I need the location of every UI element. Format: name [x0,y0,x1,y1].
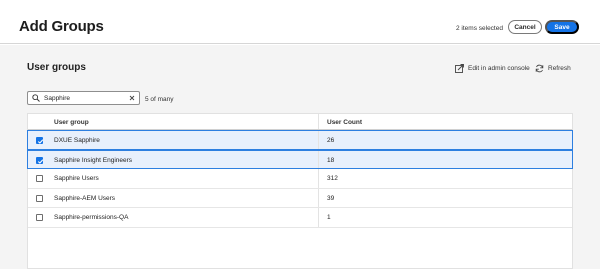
table-row[interactable]: Sapphire-permissions-QA 1 [28,208,572,228]
clear-search-icon[interactable] [129,95,135,101]
row-checkbox[interactable] [36,214,43,221]
refresh-button[interactable]: Refresh [535,62,571,74]
column-divider [318,188,319,207]
edit-in-admin-console-link[interactable]: Edit in admin console [455,62,530,74]
edit-in-admin-console-label: Edit in admin console [468,64,530,72]
selection-status: 2 items selected [456,25,503,32]
row-checkbox[interactable] [36,175,43,182]
table-row[interactable]: Sapphire-AEM Users 39 [28,188,572,208]
checkmark-icon [37,139,44,144]
cell-user-group: Sapphire Insight Engineers [54,156,133,164]
column-header-user-count[interactable]: User Count [327,119,362,126]
column-divider [318,208,319,227]
cell-user-count: 26 [327,137,335,144]
cell-user-group: DXUE Sapphire [54,137,100,144]
checkmark-icon [37,158,44,164]
cell-user-group: Sapphire Users [54,175,99,182]
cell-user-group: Sapphire-AEM Users [54,194,116,202]
search-field[interactable] [27,91,140,105]
column-divider [318,131,319,149]
refresh-icon [535,64,544,73]
cell-user-count: 39 [327,194,335,202]
cancel-button[interactable]: Cancel [508,20,542,34]
user-groups-table: User group User Count DXUE Sapphire 26 S… [27,113,573,269]
table-row[interactable]: Sapphire Insight Engineers 18 [27,149,573,169]
table-header: User group User Count [28,114,572,130]
external-edit-icon [455,63,464,73]
table-row[interactable]: DXUE Sapphire 26 [27,130,573,150]
dialog-header: Add Groups 2 items selected Cancel Save [0,0,600,44]
cell-user-count: 1 [327,214,331,221]
search-icon [32,94,40,102]
refresh-label: Refresh [548,64,571,72]
save-button[interactable]: Save [545,20,579,34]
cell-user-group: Sapphire-permissions-QA [54,214,129,221]
search-input[interactable] [44,94,129,102]
row-checkbox[interactable] [36,137,44,144]
cell-user-count: 312 [327,175,338,182]
cell-user-count: 18 [327,156,335,164]
section-title: User groups [27,62,86,73]
table-row[interactable]: Sapphire Users 312 [28,169,572,189]
column-header-user-group[interactable]: User group [54,119,89,126]
column-divider [318,114,319,129]
search-result-count: 5 of many [145,96,174,103]
page-title: Add Groups [19,18,104,35]
row-checkbox[interactable] [36,156,44,164]
column-divider [318,150,319,168]
column-divider [318,169,319,188]
row-checkbox[interactable] [36,194,43,202]
main-content: User groups Edit in admin console Refres… [0,45,600,269]
